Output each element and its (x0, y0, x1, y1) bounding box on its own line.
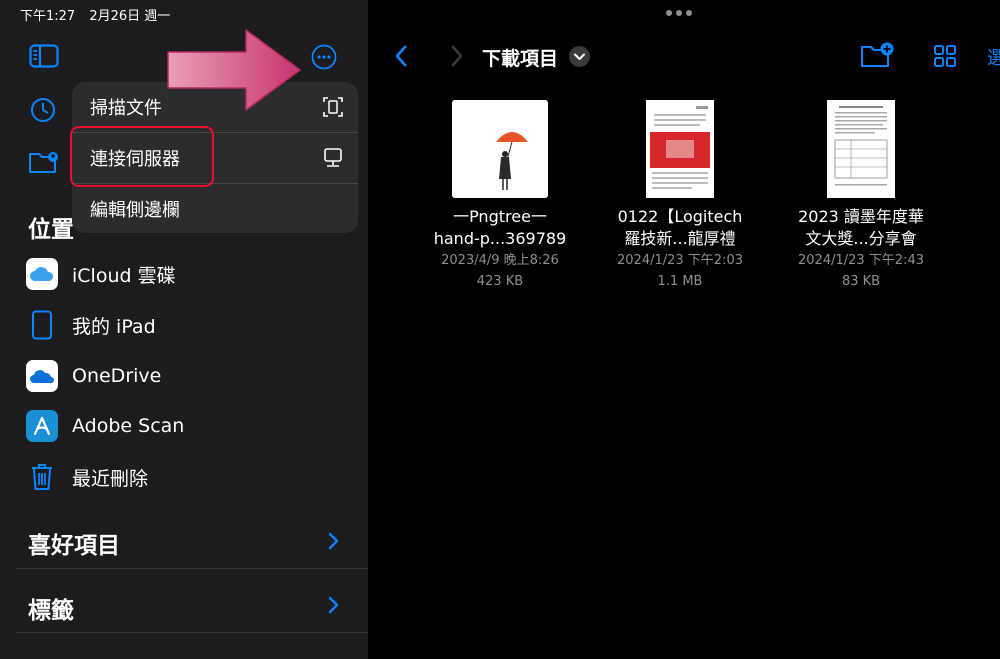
file-thumbnail (452, 100, 548, 198)
pointing-arrow-annotation (167, 29, 301, 111)
file-name-line1: 0122【Logitech (617, 207, 743, 226)
section-tags-title[interactable]: 標籤 (28, 591, 74, 625)
status-date: 2月26日 週一 (89, 9, 171, 24)
adobe-scan-icon (26, 410, 58, 442)
file-size: 1.1 MB (657, 274, 703, 289)
file-name-line1: 一Pngtree一 (453, 207, 547, 226)
file-name-line2: 文大獎...分享會 (805, 229, 917, 248)
folder-title[interactable]: 下載項目 (482, 44, 558, 71)
pdf-document-preview-image (834, 106, 888, 186)
umbrella-illustration-image (496, 132, 528, 190)
recents-clock-icon[interactable] (28, 96, 60, 124)
main-content: 下載項目 選 一Pngtree一 hand-p...369789 2023/4/… (369, 0, 1000, 659)
section-locations-title: 位置 (28, 217, 74, 243)
file-name-line2: 羅技新...龍厚禮 (624, 229, 736, 248)
ipad-icon (26, 309, 58, 341)
more-options-icon[interactable] (311, 44, 337, 70)
file-size: 423 KB (476, 274, 524, 289)
menu-item-label: 掃描文件 (90, 98, 162, 119)
menu-item-edit-sidebar[interactable]: 編輯側邊欄 (72, 184, 358, 233)
file-name-line1: 2023 讀墨年度華 (798, 207, 924, 226)
file-date: 2024/1/23 下午2:03 (617, 253, 743, 268)
divider (16, 632, 368, 633)
sidebar-item-label: 我的 iPad (72, 315, 156, 338)
trash-icon (26, 461, 58, 493)
sidebar-item-label: Adobe Scan (72, 415, 185, 437)
section-favorites-title[interactable]: 喜好項目 (28, 526, 120, 560)
file-item[interactable]: 一Pngtree一 hand-p...369789 2023/4/9 晚上8:2… (415, 100, 585, 292)
file-size: 83 KB (841, 274, 881, 289)
chevron-right-icon[interactable] (327, 532, 339, 550)
sidebar-item-onedrive[interactable]: OneDrive (26, 358, 356, 394)
file-name-line2: hand-p...369789 (433, 229, 567, 248)
sidebar-item-label: iCloud 雲碟 (72, 264, 176, 287)
multitasking-dots-icon[interactable] (666, 10, 692, 16)
back-chevron-icon[interactable] (393, 44, 409, 68)
sidebar-item-label: 最近刪除 (72, 467, 149, 490)
sidebar-item-my-ipad[interactable]: 我的 iPad (26, 307, 356, 343)
select-button[interactable]: 選 (987, 44, 1000, 70)
file-date: 2024/1/23 下午2:43 (798, 253, 924, 268)
icloud-icon (26, 258, 58, 290)
file-date: 2023/4/9 晚上8:26 (441, 253, 559, 268)
file-item[interactable]: 0122【Logitech 羅技新...龍厚禮 2024/1/23 下午2:03… (595, 100, 765, 292)
sidebar-item-icloud[interactable]: iCloud 雲碟 (26, 256, 356, 292)
sidebar-item-recently-deleted[interactable]: 最近刪除 (26, 459, 356, 495)
pdf-document-preview-image (650, 106, 710, 189)
server-icon (324, 148, 342, 167)
file-item[interactable]: 2023 讀墨年度華 文大獎...分享會 2024/1/23 下午2:43 83… (776, 100, 946, 292)
file-thumbnail (827, 100, 895, 198)
highlight-annotation (70, 126, 214, 187)
grid-view-icon[interactable] (933, 44, 957, 68)
shared-folder-icon[interactable] (28, 148, 60, 176)
status-time: 下午1:27 (20, 9, 76, 24)
sidebar-toggle-icon[interactable] (29, 44, 59, 68)
divider (16, 568, 368, 569)
chevron-right-icon[interactable] (327, 596, 339, 614)
menu-item-label: 編輯側邊欄 (90, 200, 180, 221)
forward-chevron-icon[interactable] (449, 44, 465, 68)
sidebar-item-label: OneDrive (72, 365, 162, 387)
onedrive-icon (26, 360, 58, 392)
status-bar: 下午1:27 2月26日 週一 (20, 5, 180, 24)
chevron-down-icon[interactable] (569, 46, 590, 67)
sidebar-item-adobe-scan[interactable]: Adobe Scan (26, 408, 356, 444)
new-folder-icon[interactable] (860, 42, 894, 68)
file-thumbnail (646, 100, 714, 198)
scan-document-icon (323, 97, 343, 117)
